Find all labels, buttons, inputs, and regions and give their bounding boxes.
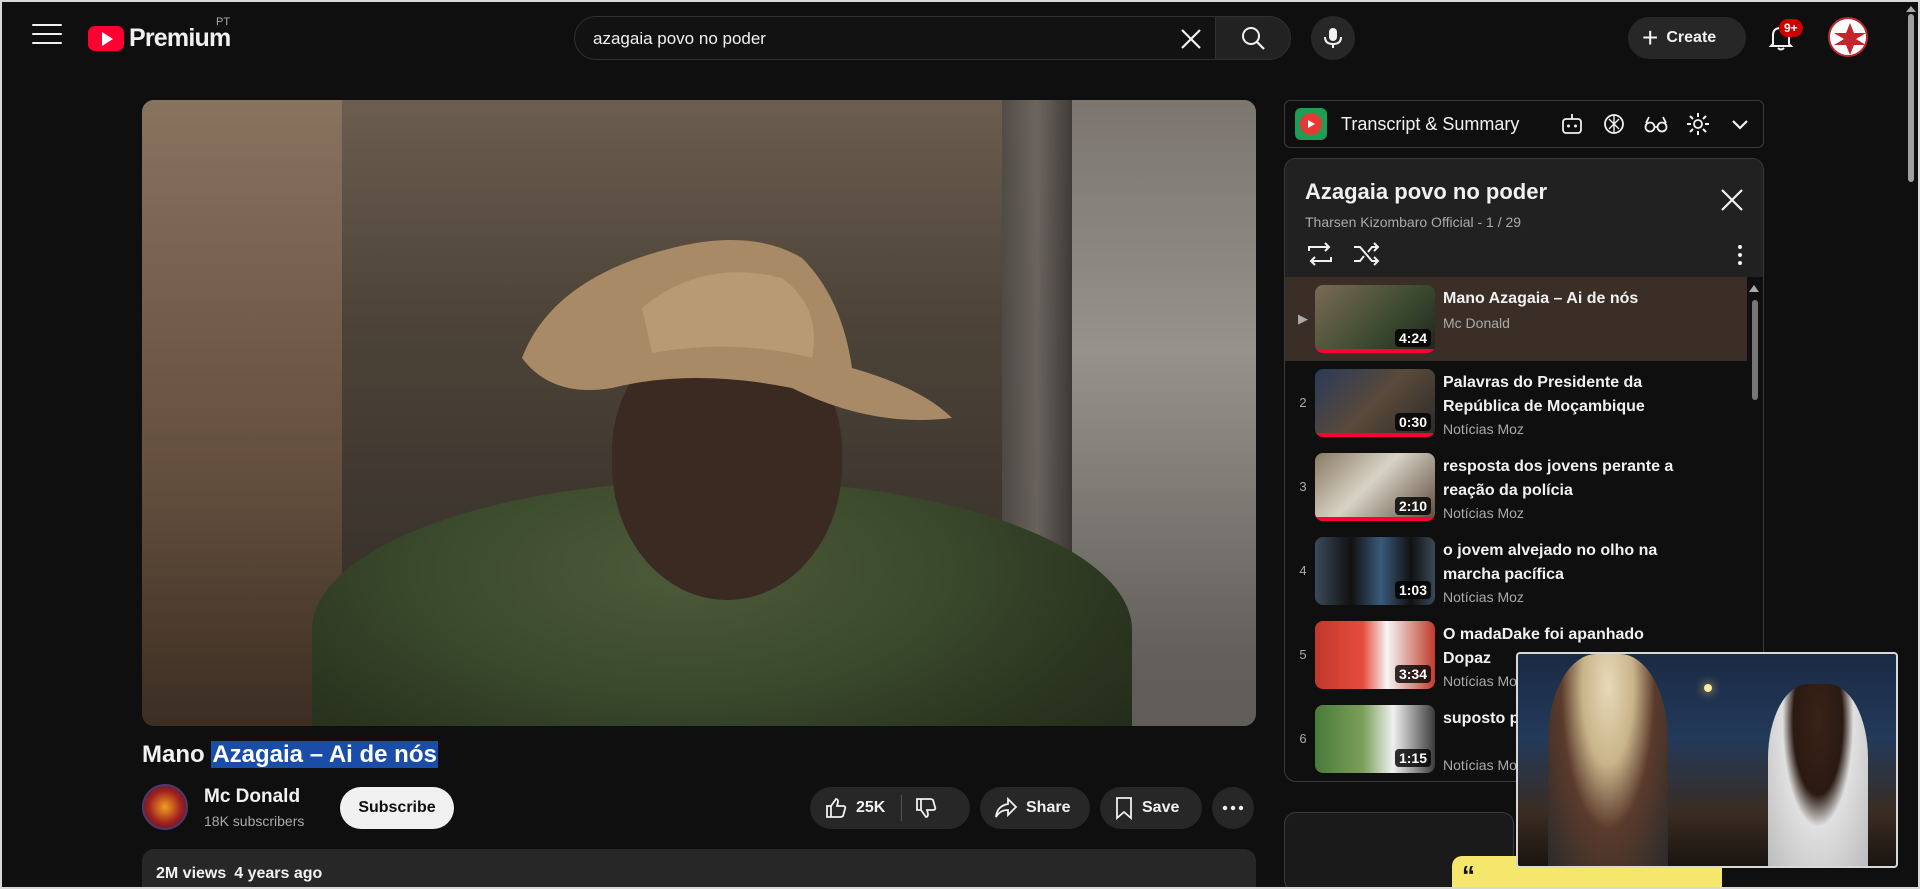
playlist-item[interactable]: 3 2:10 resposta dos jovens perante a rea… (1285, 445, 1747, 529)
create-label: Create (1666, 29, 1717, 46)
chevron-down-icon[interactable] (1727, 111, 1753, 137)
like-dislike-group: 25K (810, 787, 970, 829)
browser-frame: Premium PT azagaia povo no poder + Creat (0, 0, 1920, 889)
page-scroll-up-icon[interactable] (1905, 4, 1917, 14)
duration-badge: 0:30 (1394, 413, 1431, 431)
notification-badge: 9+ (1779, 19, 1803, 37)
view-count: 2M views (156, 865, 227, 882)
transcript-extension-bar[interactable]: Transcript & Summary (1284, 100, 1764, 148)
playlist-item[interactable]: ▶ 4:24 Mano Azagaia – Ai de nós Mc Donal… (1285, 277, 1747, 361)
watch-progress-bar (1315, 517, 1435, 521)
quote-icon: “ (1462, 860, 1475, 889)
channel-avatar[interactable] (142, 784, 188, 830)
thumbs-down-icon[interactable] (914, 796, 938, 820)
playlist-item-title: resposta dos jovens perante a reação da … (1443, 458, 1674, 499)
mini-player[interactable] (1516, 652, 1898, 868)
more-horizontal-icon (1222, 805, 1244, 811)
voice-search-button[interactable] (1311, 16, 1355, 60)
playlist-header: Azagaia povo no poder Tharsen Kizombaro … (1285, 159, 1763, 277)
menu-icon[interactable] (32, 24, 62, 48)
video-thumbnail[interactable]: 3:34 (1315, 621, 1435, 689)
channel-name[interactable]: Mc Donald (204, 786, 300, 808)
playlist-index: 2 (1299, 395, 1307, 410)
playlist-item-channel: Mc Donald (1443, 315, 1510, 331)
share-arrow-icon (995, 797, 1018, 818)
duration-badge: 2:10 (1394, 497, 1431, 515)
playlist-item-channel: Notícias Moz (1443, 421, 1524, 437)
playlist-item[interactable]: 4 1:03 o jovem alvejado no olho na march… (1285, 529, 1747, 613)
playlist-index: 5 (1299, 647, 1307, 662)
youtube-logo[interactable]: Premium (88, 24, 231, 52)
close-icon[interactable] (1177, 25, 1205, 53)
more-actions-button[interactable] (1212, 787, 1254, 829)
playlist-index: 4 (1299, 563, 1307, 578)
playlist-item[interactable]: 2 0:30 Palavras do Presidente da Repúbli… (1285, 361, 1747, 445)
duration-badge: 3:34 (1394, 665, 1431, 683)
selected-title-text: Azagaia – Ai de nós (211, 741, 438, 768)
mini-player-figure-left (1548, 654, 1668, 866)
watch-progress-bar (1315, 433, 1435, 437)
playlist-title[interactable]: Azagaia povo no poder (1305, 179, 1547, 205)
duration-badge: 1:03 (1394, 581, 1431, 599)
playlist-item-title: Mano Azagaia – Ai de nós (1443, 290, 1639, 307)
now-playing-indicator: ▶ (1298, 311, 1308, 326)
playlist-scrollbar[interactable] (1752, 300, 1758, 400)
mini-player-figure-right (1768, 684, 1868, 866)
extension-logo-icon (1295, 108, 1327, 140)
thumbs-up-icon[interactable] (824, 796, 848, 820)
playlist-index: 6 (1299, 731, 1307, 746)
playlist-item-channel: Notícias Moz (1443, 673, 1524, 689)
scroll-up-arrow-icon[interactable] (1747, 282, 1761, 294)
create-button[interactable]: + Create (1628, 17, 1746, 59)
share-label: Share (1026, 799, 1071, 816)
video-title: Mano Azagaia – Ai de nós (142, 741, 438, 768)
playlist-item-channel: Notícias Moz (1443, 757, 1524, 773)
video-thumbnail[interactable]: 4:24 (1315, 285, 1435, 353)
video-thumbnail[interactable]: 1:15 (1315, 705, 1435, 773)
video-thumbnail[interactable]: 0:30 (1315, 369, 1435, 437)
video-player[interactable] (142, 100, 1256, 726)
bookmark-icon (1116, 797, 1132, 820)
watch-progress-bar (1315, 349, 1435, 353)
youtube-play-icon (88, 25, 124, 51)
playlist-item-channel: Notícias Moz (1443, 589, 1524, 605)
close-icon[interactable] (1717, 185, 1747, 215)
search-button[interactable] (1215, 16, 1291, 60)
publish-date: 4 years ago (234, 865, 323, 882)
share-button[interactable]: Share (980, 787, 1090, 829)
playlist-index: 3 (1299, 479, 1307, 494)
more-vertical-icon[interactable] (1735, 243, 1745, 267)
account-avatar[interactable] (1828, 17, 1868, 57)
country-code: PT (216, 16, 231, 28)
loop-icon[interactable] (1305, 241, 1335, 267)
video-thumbnail[interactable]: 1:03 (1315, 537, 1435, 605)
microphone-icon (1324, 28, 1342, 48)
duration-badge: 4:24 (1394, 329, 1431, 347)
plus-icon: + (1642, 22, 1659, 53)
search-icon (1242, 27, 1265, 50)
playlist-item-title: o jovem alvejado no olho na marcha pacíf… (1443, 542, 1658, 583)
subscriber-count: 18K subscribers (204, 813, 305, 829)
save-label: Save (1142, 799, 1180, 816)
search-value: azagaia povo no poder (593, 29, 766, 48)
glasses-icon[interactable] (1643, 111, 1669, 137)
openai-icon[interactable] (1601, 111, 1627, 137)
shuffle-icon[interactable] (1351, 241, 1381, 267)
top-bar: Premium PT azagaia povo no poder + Creat (2, 2, 1918, 72)
search-input[interactable]: azagaia povo no poder (574, 16, 1216, 60)
save-button[interactable]: Save (1100, 787, 1202, 829)
video-thumbnail[interactable]: 2:10 (1315, 453, 1435, 521)
page-scrollbar-thumb[interactable] (1908, 14, 1914, 182)
playlist-subtitle: Tharsen Kizombaro Official - 1 / 29 (1305, 214, 1522, 230)
extension-title: Transcript & Summary (1341, 113, 1520, 134)
robot-icon[interactable] (1559, 111, 1585, 137)
gear-icon[interactable] (1685, 111, 1711, 137)
playlist-item-title: Palavras do Presidente da República de M… (1443, 374, 1645, 415)
playlist-item-channel: Notícias Moz (1443, 505, 1524, 521)
duration-badge: 1:15 (1394, 749, 1431, 767)
description-box[interactable]: 2M views 4 years ago (142, 849, 1256, 887)
cross-emblem-icon (1834, 23, 1866, 55)
like-count[interactable]: 25K (856, 799, 885, 817)
subscribe-button[interactable]: Subscribe (340, 787, 454, 829)
